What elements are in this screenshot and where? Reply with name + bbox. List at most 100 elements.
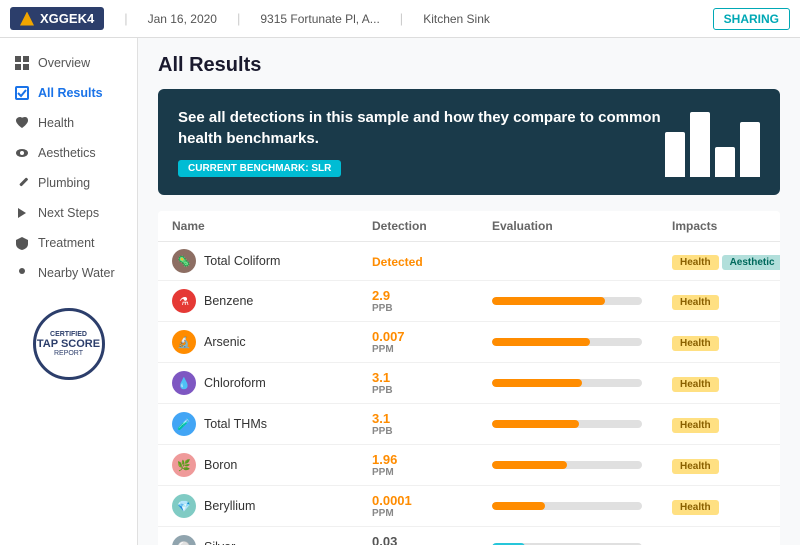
sidebar-item-nearby-water[interactable]: Nearby Water <box>0 258 137 288</box>
row-name-text: Benzene <box>204 294 253 308</box>
impact-tag: Health <box>672 459 719 474</box>
row-name-cell: 🧪 Total THMs <box>172 412 372 436</box>
address-label: 9315 Fortunate Pl, A... <box>260 12 379 26</box>
evaluation-cell <box>492 297 672 305</box>
tap-score-badge: CERTIFIED TAP SCORE REPORT <box>29 308 109 380</box>
detection-value: 0.0001PPM <box>372 493 492 519</box>
evaluation-cell <box>492 420 672 428</box>
col-detection: Detection <box>372 219 492 233</box>
sidebar-item-next-steps[interactable]: Next Steps <box>0 198 137 228</box>
page-title: All Results <box>158 54 780 77</box>
logo-text: XGGEK4 <box>40 11 94 26</box>
evaluation-cell <box>492 461 672 469</box>
detection-value: 3.1PPB <box>372 411 492 437</box>
row-name-text: Silver <box>204 540 235 545</box>
impact-tag: Health <box>672 418 719 433</box>
row-icon: 💎 <box>172 494 196 518</box>
row-name-cell: 🔬 Arsenic <box>172 330 372 354</box>
evaluation-cell <box>492 338 672 346</box>
impacts-cell: HealthAesthetic <box>672 253 780 270</box>
detection-unit: PPM <box>372 467 492 478</box>
chart-bar-1 <box>665 132 685 177</box>
date-label: Jan 16, 2020 <box>148 12 217 26</box>
eval-bar <box>492 502 545 510</box>
table-header: Name Detection Evaluation Impacts <box>158 211 780 242</box>
sidebar-item-health[interactable]: Health <box>0 108 137 138</box>
impacts-cell: Health <box>672 498 780 515</box>
table-body: 🦠 Total Coliform Detected HealthAesthetic… <box>158 242 780 545</box>
eval-bar <box>492 297 605 305</box>
shield-icon <box>14 235 30 251</box>
table-row[interactable]: ⚪ Silver 0.03PPM <box>158 527 780 545</box>
logo-icon <box>20 12 34 26</box>
row-name-text: Boron <box>204 458 237 472</box>
sidebar-item-aesthetics[interactable]: Aesthetics <box>0 138 137 168</box>
benchmark-badge: CURRENT BENCHMARK: SLR <box>178 160 341 177</box>
col-evaluation: Evaluation <box>492 219 672 233</box>
table-row[interactable]: 🔬 Arsenic 0.007PPM Health <box>158 322 780 363</box>
impact-tag: Health <box>672 255 719 270</box>
eval-bar <box>492 420 579 428</box>
evaluation-cell <box>492 502 672 510</box>
sidebar-label: All Results <box>38 86 103 100</box>
impact-tag: Health <box>672 295 719 310</box>
eval-bar-wrap <box>492 297 642 305</box>
row-name-cell: 🦠 Total Coliform <box>172 249 372 273</box>
row-name-text: Beryllium <box>204 499 255 513</box>
detection-value: 0.03PPM <box>372 534 492 545</box>
sidebar-item-overview[interactable]: Overview <box>0 48 137 78</box>
detection-value: 1.96PPM <box>372 452 492 478</box>
sidebar-item-plumbing[interactable]: Plumbing <box>0 168 137 198</box>
sharing-button[interactable]: SHARING <box>713 8 790 30</box>
col-impacts: Impacts <box>672 219 780 233</box>
wrench-icon <box>14 175 30 191</box>
detection-cell: 0.0001PPM <box>372 493 492 519</box>
heart-icon <box>14 115 30 131</box>
eval-bar-wrap <box>492 379 642 387</box>
sidebar: Overview All Results HealthAestheticsPlumb… <box>0 38 138 545</box>
banner-heading: See all detections in this sample and ho… <box>178 107 665 149</box>
chart-bar-3 <box>715 147 735 177</box>
sidebar-item-all-results[interactable]: All Results <box>0 78 137 108</box>
check-icon <box>14 85 30 101</box>
sidebar-item-treatment[interactable]: Treatment <box>0 228 137 258</box>
eval-bar <box>492 379 582 387</box>
row-icon: 🔬 <box>172 330 196 354</box>
row-icon: 🧪 <box>172 412 196 436</box>
detection-cell: 1.96PPM <box>372 452 492 478</box>
table-row[interactable]: 🧪 Total THMs 3.1PPB Health <box>158 404 780 445</box>
row-name-text: Arsenic <box>204 335 246 349</box>
row-name-cell: ⚪ Silver <box>172 535 372 545</box>
eval-bar <box>492 338 590 346</box>
detection-cell: 2.9PPB <box>372 288 492 314</box>
table-row[interactable]: 💧 Chloroform 3.1PPBHealth <box>158 363 780 404</box>
row-icon: ⚗ <box>172 289 196 313</box>
sidebar-label: Treatment <box>38 236 95 250</box>
table-row[interactable]: 🌿 Boron 1.96PPM Health <box>158 445 780 486</box>
eval-bar-wrap <box>492 338 642 346</box>
sidebar-label: Next Steps <box>38 206 99 220</box>
pin-icon <box>14 265 30 281</box>
impacts-cell: Health <box>672 293 780 310</box>
chart-bar-2 <box>690 112 710 177</box>
table-row[interactable]: 💎 Beryllium 0.0001PPM Health <box>158 486 780 527</box>
detection-unit: PPB <box>372 385 492 396</box>
eye-icon <box>14 145 30 161</box>
eval-bar-wrap <box>492 420 642 428</box>
row-name-text: Chloroform <box>204 376 266 390</box>
row-name-text: Total Coliform <box>204 254 280 268</box>
content-area: All Results See all detections in this s… <box>138 38 800 545</box>
detection-cell: 0.007PPM <box>372 329 492 355</box>
detection-cell: 3.1PPB <box>372 370 492 396</box>
row-name-text: Total THMs <box>204 417 267 431</box>
banner-text: See all detections in this sample and ho… <box>178 107 665 177</box>
eval-bar <box>492 461 567 469</box>
impacts-cell: Health <box>672 334 780 351</box>
detection-cell: 0.03PPM <box>372 534 492 545</box>
table-row[interactable]: 🦠 Total Coliform Detected HealthAesthetic <box>158 242 780 281</box>
table-row[interactable]: ⚗ Benzene 2.9PPB Health <box>158 281 780 322</box>
detected-label: Detected <box>372 255 423 269</box>
detection-value: 0.007PPM <box>372 329 492 355</box>
sidebar-label: Overview <box>38 56 90 70</box>
row-icon: 🌿 <box>172 453 196 477</box>
